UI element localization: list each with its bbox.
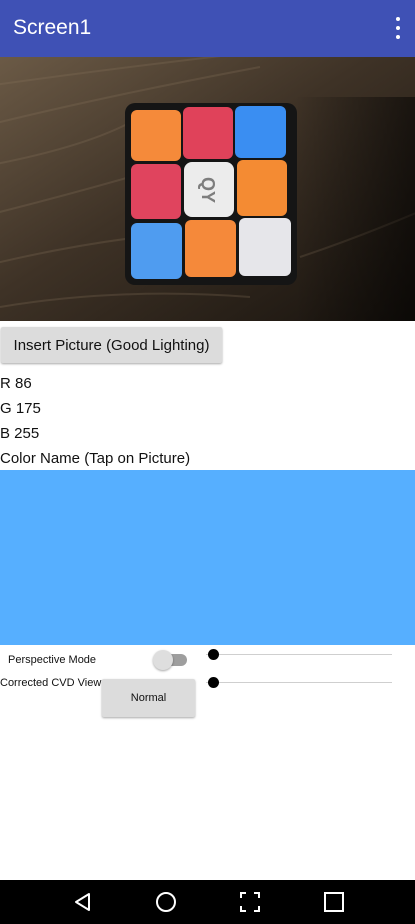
back-triangle-icon[interactable] bbox=[61, 880, 105, 924]
more-vert-icon[interactable] bbox=[393, 17, 403, 39]
red-value: R 86 bbox=[0, 375, 32, 392]
screenshot-frame-icon[interactable] bbox=[228, 880, 272, 924]
slider-1-track bbox=[206, 654, 392, 655]
normal-view-button[interactable]: Normal bbox=[102, 679, 195, 717]
slider-2[interactable] bbox=[206, 676, 392, 690]
cube-photo[interactable]: QY bbox=[0, 57, 415, 321]
color-swatch bbox=[0, 470, 415, 645]
slider-2-thumb[interactable] bbox=[208, 677, 219, 688]
slider-1[interactable] bbox=[206, 648, 392, 662]
switch-thumb bbox=[153, 650, 173, 670]
app-title: Screen1 bbox=[13, 16, 92, 39]
blue-value: B 255 bbox=[0, 425, 40, 442]
rubiks-cube-image: QY bbox=[0, 57, 415, 321]
cube-logo-text: QY bbox=[198, 177, 218, 203]
app-bar: Screen1 bbox=[0, 0, 415, 57]
perspective-mode-label: Perspective Mode bbox=[8, 654, 97, 666]
green-value: G 175 bbox=[0, 400, 41, 417]
color-name-label: Color Name (Tap on Picture) bbox=[0, 450, 191, 467]
recents-square-icon[interactable] bbox=[312, 880, 356, 924]
slider-1-thumb[interactable] bbox=[208, 649, 219, 660]
slider-2-track bbox=[206, 682, 392, 683]
corrected-cvd-view-label: Corrected CVD View bbox=[0, 677, 102, 689]
home-circle-icon[interactable] bbox=[144, 880, 188, 924]
perspective-mode-switch[interactable] bbox=[153, 650, 187, 670]
system-nav-bar bbox=[0, 880, 415, 924]
insert-picture-button[interactable]: Insert Picture (Good Lighting) bbox=[1, 327, 222, 363]
